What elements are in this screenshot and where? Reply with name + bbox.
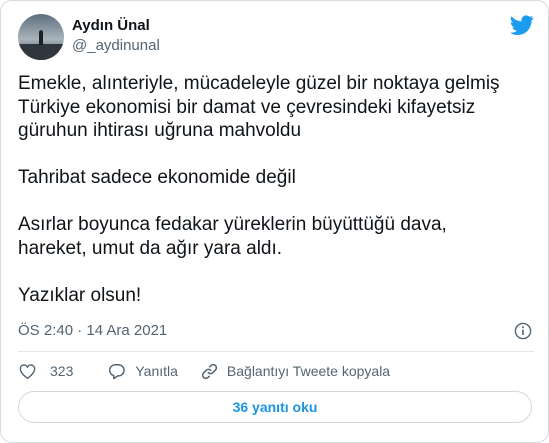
tweet-card: Aydın Ünal @_aydinunal Emekle, alınteriy… (0, 0, 549, 443)
reply-button[interactable]: Yanıtla (107, 362, 178, 381)
copy-link-button[interactable]: Bağlantıyı Tweete kopyala (200, 362, 390, 381)
reply-label: Yanıtla (135, 363, 178, 379)
tweet-text: Emekle, alınteriyle, mücadeleyle güzel b… (18, 73, 500, 306)
info-icon[interactable] (514, 322, 532, 340)
author-handle[interactable]: @_aydinunal (72, 37, 160, 54)
tweet-timestamp[interactable]: ÖS 2:40 · 14 Ara 2021 (18, 322, 167, 339)
like-count: 323 (50, 363, 74, 379)
link-icon (200, 362, 219, 381)
avatar-image (18, 14, 64, 60)
divider (18, 351, 534, 352)
reply-bubble-icon (107, 362, 126, 381)
read-replies-button[interactable]: 36 yanıtı oku (18, 391, 532, 423)
avatar[interactable] (18, 14, 64, 60)
like-button[interactable]: 323 (18, 362, 73, 381)
twitter-bird-icon[interactable] (510, 13, 534, 37)
action-bar: 323 Yanıtla Bağlantıyı Tweete kopyala (18, 361, 390, 381)
copy-link-label: Bağlantıyı Tweete kopyala (226, 363, 391, 379)
author-name[interactable]: Aydın Ünal (72, 17, 150, 34)
heart-icon (18, 362, 37, 381)
